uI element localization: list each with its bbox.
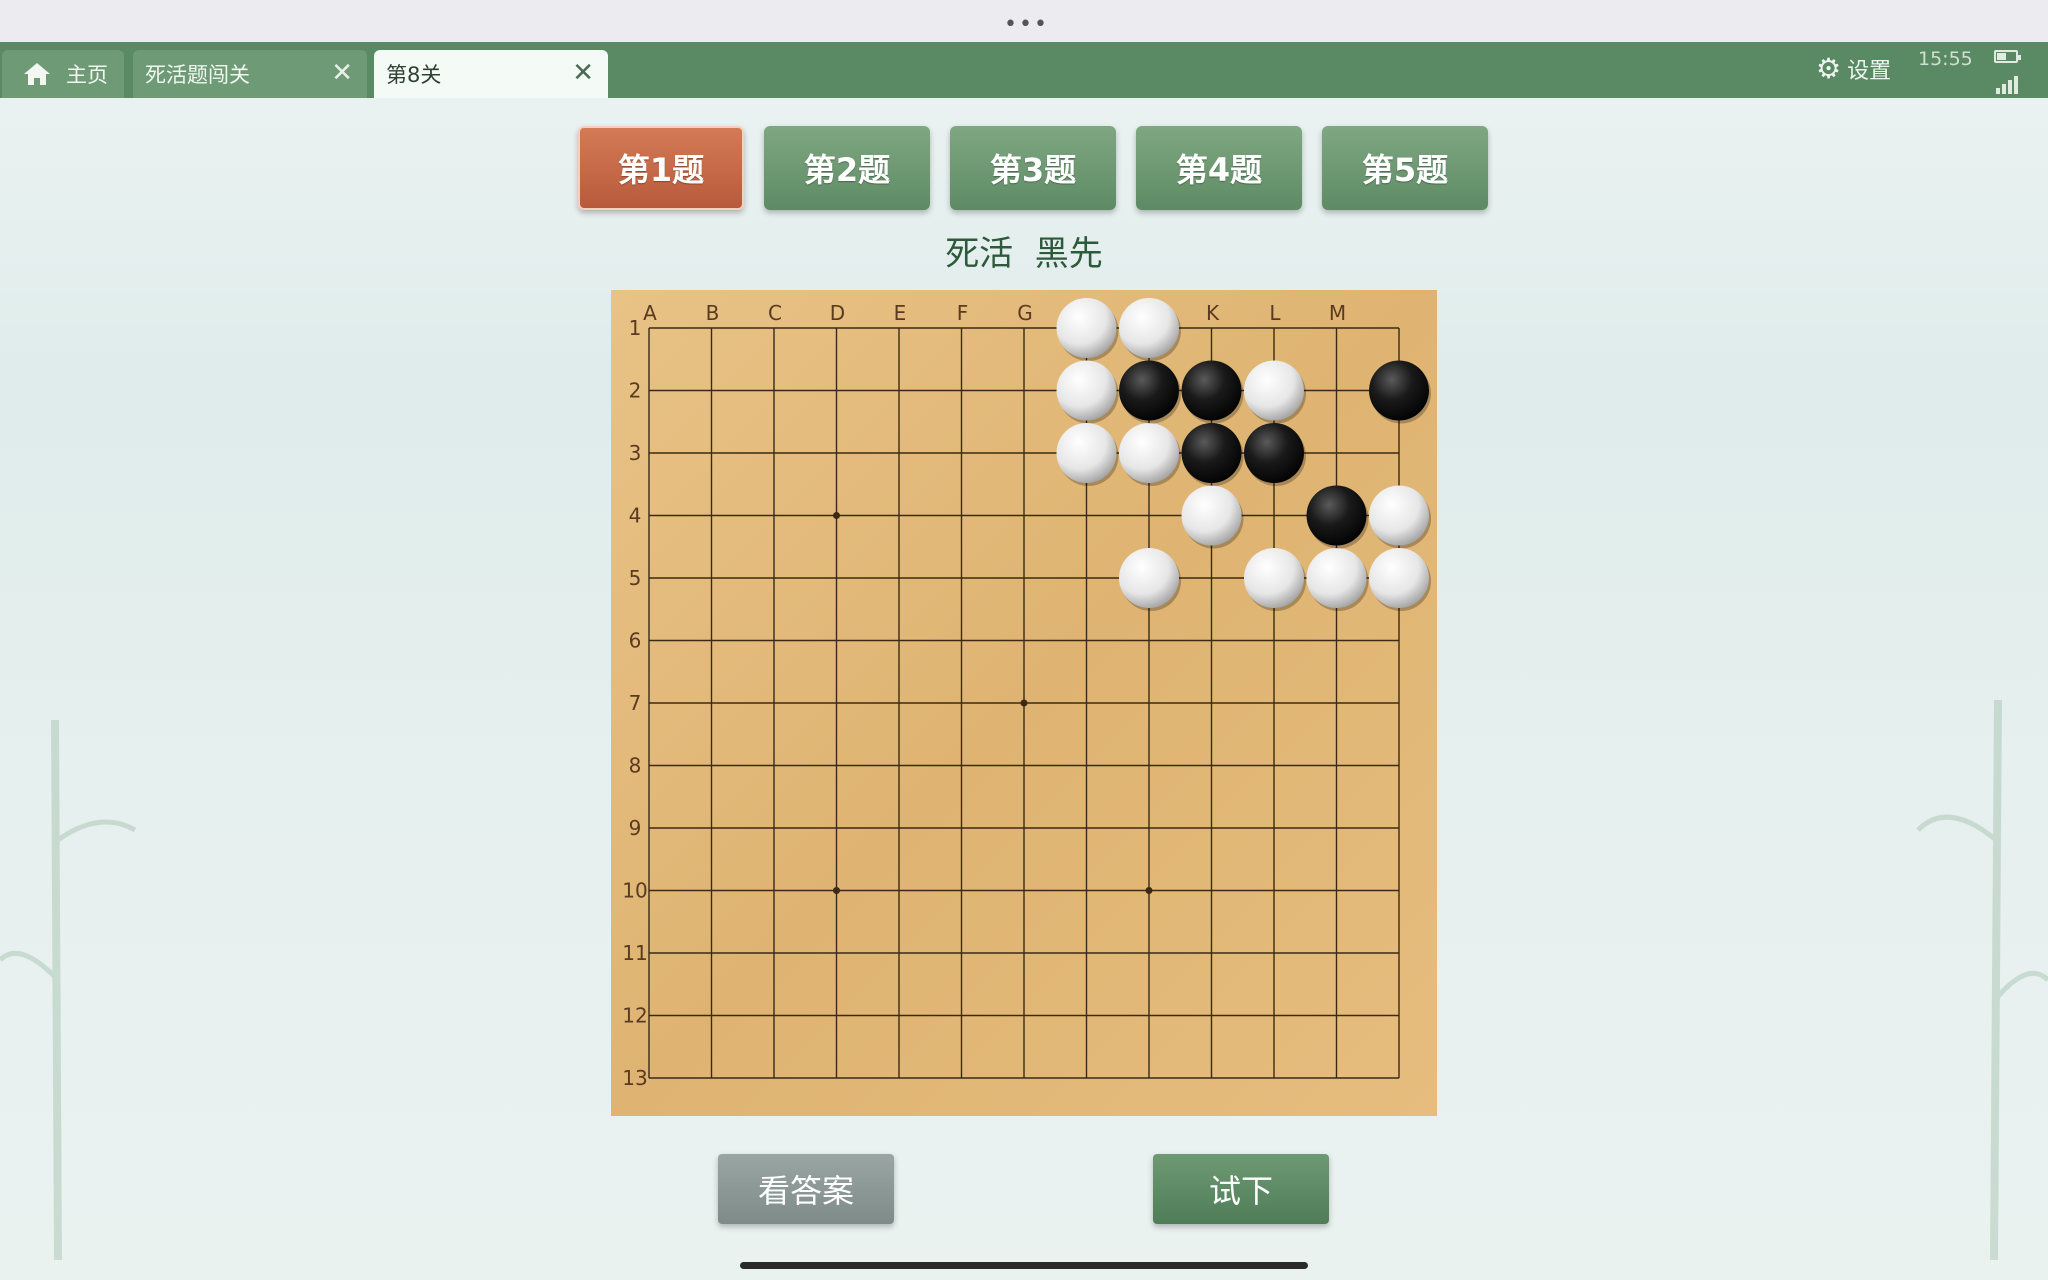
view-answer-button[interactable]: 看答案 (718, 1154, 894, 1224)
question-tab-3[interactable]: 第3题 (950, 126, 1116, 210)
black-stone (1181, 360, 1242, 421)
row-label: 2 (629, 379, 642, 403)
column-label: M (1329, 301, 1346, 325)
tab-level-label: 第8关 (386, 63, 442, 87)
column-label: F (957, 301, 969, 325)
white-stone (1244, 548, 1304, 608)
settings-label: 设置 (1847, 58, 1892, 84)
tab-puzzle-label: 死活题闯关 (145, 63, 250, 87)
gear-icon: ⚙ (1816, 52, 1842, 85)
white-stone (1119, 423, 1179, 483)
system-top-strip: ••• (0, 0, 2048, 42)
tab-home[interactable]: 主页 (2, 50, 124, 98)
row-label: 6 (629, 629, 642, 653)
ellipsis-icon[interactable]: ••• (1004, 12, 1049, 37)
black-stone (1369, 360, 1429, 421)
column-label: G (1017, 301, 1033, 325)
black-stone (1181, 423, 1242, 483)
white-stone (1056, 298, 1117, 358)
black-stone (1119, 360, 1179, 421)
row-label: 3 (629, 441, 642, 465)
row-label: 12 (622, 1004, 647, 1028)
signal-icon (1996, 74, 2020, 94)
home-icon (24, 63, 50, 85)
white-stone (1056, 423, 1117, 483)
column-label: B (706, 301, 720, 325)
row-label: 10 (622, 879, 647, 903)
row-label: 8 (629, 754, 642, 778)
column-label: K (1206, 301, 1220, 325)
star-point (833, 512, 840, 519)
star-point (833, 887, 840, 894)
go-board[interactable]: ABCDEFGJKLM12345678910111213 (611, 290, 1437, 1116)
home-indicator[interactable] (740, 1262, 1308, 1269)
question-tab-2[interactable]: 第2题 (764, 126, 930, 210)
column-label: L (1269, 301, 1281, 325)
try-move-button[interactable]: 试下 (1153, 1154, 1329, 1224)
row-label: 7 (629, 691, 642, 715)
black-stone (1306, 485, 1367, 546)
row-label: 13 (622, 1066, 647, 1090)
question-tab-5[interactable]: 第5题 (1322, 126, 1488, 210)
battery-icon (1994, 50, 2021, 63)
star-point (1145, 887, 1153, 894)
tab-home-label: 主页 (66, 63, 108, 87)
tab-puzzle-challenge[interactable]: 死活题闯关 ✕ (133, 50, 367, 98)
bamboo-decoration (0, 720, 137, 1260)
status-time: 15:55 (1918, 48, 1973, 70)
column-label: A (643, 301, 657, 325)
white-stone (1119, 298, 1179, 358)
row-label: 11 (622, 941, 647, 965)
row-label: 9 (629, 816, 642, 840)
row-label: 1 (629, 316, 642, 340)
column-label: C (768, 301, 782, 325)
row-label: 4 (629, 504, 642, 528)
white-stone (1306, 548, 1367, 608)
tab-bar: 主页 死活题闯关 ✕ 第8关 ✕ 15:55 (0, 42, 2048, 98)
bamboo-decoration (1916, 700, 2048, 1260)
puzzle-title: 死活 黑先 (945, 234, 1103, 274)
question-tab-1[interactable]: 第1题 (578, 126, 744, 210)
black-stone (1244, 423, 1304, 483)
question-tab-4[interactable]: 第4题 (1136, 126, 1302, 210)
close-icon[interactable]: ✕ (331, 60, 353, 86)
white-stone (1369, 548, 1429, 608)
white-stone (1119, 548, 1179, 608)
star-point (1020, 699, 1028, 707)
settings-button[interactable]: ⚙ 设置 (1816, 52, 1891, 85)
white-stone (1181, 485, 1242, 546)
close-icon[interactable]: ✕ (572, 60, 594, 86)
tab-level[interactable]: 第8关 ✕ (374, 50, 608, 98)
column-label: D (830, 301, 845, 325)
white-stone (1056, 360, 1117, 421)
row-label: 5 (629, 566, 642, 590)
white-stone (1244, 360, 1304, 421)
white-stone (1369, 485, 1429, 546)
column-label: E (894, 301, 907, 325)
